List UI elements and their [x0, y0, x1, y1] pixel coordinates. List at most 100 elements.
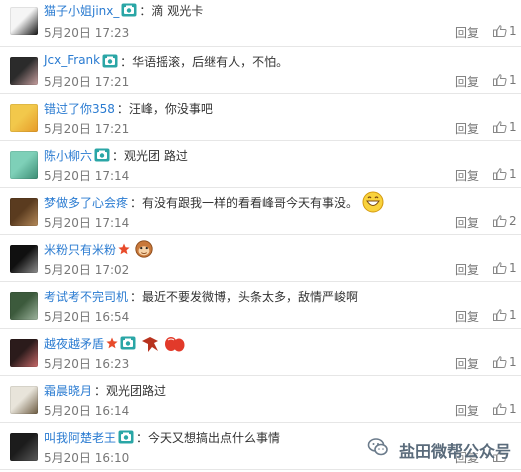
star-badge-icon: [106, 337, 118, 349]
comment-row: 米粉只有米粉 5月20日 17:02 回复 1: [0, 235, 521, 282]
like-button[interactable]: 1: [493, 308, 517, 322]
vip-badge-icon: [120, 336, 136, 350]
avatar[interactable]: [10, 245, 38, 273]
comment-timestamp: 5月20日 17:14: [44, 169, 130, 183]
comment-timestamp: 5月20日 17:21: [44, 122, 130, 136]
comment-separator: ：: [120, 55, 133, 69]
comment-separator: ：: [130, 290, 143, 304]
comment-row: 梦做多了心会疼 5月20日 17:14 回复 2 ：有没有跟我一样的看看峰哥今天有事没。: [0, 188, 521, 235]
comment-author-name[interactable]: 霜晨晓月: [44, 382, 92, 399]
like-button[interactable]: 1: [493, 355, 517, 369]
like-count: 1: [509, 261, 517, 275]
comment-timestamp: 5月20日 16:14: [44, 404, 130, 418]
like-count: 1: [509, 355, 517, 369]
comment-text: 有没有跟我一样的看看峰哥今天有事没。: [142, 196, 359, 210]
reply-button[interactable]: 回复: [455, 167, 479, 184]
thumbs-up-icon: [493, 74, 507, 86]
thumbs-up-icon: [493, 309, 507, 321]
reply-button[interactable]: 回复: [455, 73, 479, 90]
comment-author-name[interactable]: 错过了你358: [44, 100, 115, 117]
thumbs-up-icon: [493, 215, 507, 227]
avatar[interactable]: [10, 386, 38, 414]
comment-author-name[interactable]: 米粉只有米粉: [44, 241, 116, 258]
comment-author-name[interactable]: 叫我阿楚老王: [44, 429, 116, 446]
avatar[interactable]: [10, 7, 38, 35]
monkey-emoji-icon: [135, 240, 153, 258]
like-button[interactable]: 1: [493, 167, 517, 181]
comment-row: 霜晨晓月 5月20日 16:14 回复 1 ：观光团路过: [0, 376, 521, 423]
like-button[interactable]: 1: [493, 73, 517, 87]
vip-badge-icon: [102, 54, 118, 68]
reply-button[interactable]: 回复: [455, 214, 479, 231]
like-count: 1: [509, 308, 517, 322]
thumbs-up-icon: [493, 403, 507, 415]
reply-button[interactable]: 回复: [455, 120, 479, 137]
comment-timestamp: 5月20日 16:54: [44, 310, 130, 324]
reply-button[interactable]: 回复: [455, 402, 479, 419]
like-button[interactable]: 1: [493, 24, 517, 38]
comment-row: 错过了你358 5月20日 17:21 回复 1 ：汪峰，你没事吧: [0, 94, 521, 141]
comment-separator: ：: [116, 102, 129, 116]
comment-timestamp: 5月20日 17:14: [44, 216, 130, 230]
reply-button[interactable]: 回复: [455, 308, 479, 325]
comment-author-name[interactable]: 猫子小姐jinx_: [44, 2, 119, 19]
like-count: 1: [509, 402, 517, 416]
comment-separator: ：: [94, 384, 107, 398]
comment-author-name[interactable]: Jcx_Frank: [44, 53, 100, 67]
comment-timestamp: 5月20日 17:02: [44, 263, 130, 277]
ribbon-and-hands-emoji-icon: [142, 337, 185, 352]
reply-button[interactable]: 回复: [455, 24, 479, 41]
avatar[interactable]: [10, 198, 38, 226]
comment-author-name[interactable]: 梦做多了心会疼: [44, 194, 128, 211]
thumbs-up-icon: [493, 168, 507, 180]
like-button[interactable]: 1: [493, 261, 517, 275]
like-count: 1: [509, 73, 517, 87]
comment-text: 观光团路过: [106, 384, 167, 398]
reply-button[interactable]: 回复: [455, 261, 479, 278]
like-count: 1: [509, 120, 517, 134]
avatar[interactable]: [10, 339, 38, 367]
avatar[interactable]: [10, 151, 38, 179]
comment-feed: 猫子小姐jinx_ 5月20日 17:23 回复 1 ： 滴 观光卡 Jcx_Frank 5月…: [0, 0, 521, 472]
comment-text: 观光团 路过: [124, 149, 188, 163]
comment-row: 陈小柳六 5月20日 17:14 回复 1 ：观光团 路过: [0, 141, 521, 188]
vip-badge-icon: [94, 148, 110, 162]
comment-timestamp: 5月20日 17:23: [44, 26, 130, 40]
comment-text: 今天又想搞出点什么事情: [148, 431, 281, 445]
like-button[interactable]: 1: [493, 120, 517, 134]
comment-separator: ：: [130, 196, 143, 210]
comment-row: 猫子小姐jinx_ 5月20日 17:23 回复 1 ：滴 观光卡: [0, 0, 521, 47]
comment-timestamp: 5月20日 16:23: [44, 357, 130, 371]
reply-button[interactable]: 回复: [455, 355, 479, 372]
comment-text: 最近不要发微博，头条太多，敌情严峻啊: [142, 290, 359, 304]
avatar[interactable]: [10, 292, 38, 320]
vip-badge-icon: [121, 3, 137, 17]
wechat-icon: [367, 438, 388, 456]
comment-row: 考试考不完司机 5月20日 16:54 回复 1 ：最近不要发微博，头条太多，敌情严峻啊: [0, 282, 521, 329]
thumbs-up-icon: [493, 262, 507, 274]
comment-timestamp: 5月20日 16:10: [44, 451, 130, 465]
comment-author-name[interactable]: 越夜越矛盾: [44, 335, 104, 352]
like-count: 1: [509, 167, 517, 181]
like-count: 2: [509, 214, 517, 228]
comment-separator: ：: [136, 431, 149, 445]
comment-text: 滴 观光卡: [151, 4, 204, 18]
like-count: 1: [509, 24, 517, 38]
thumbs-up-icon: [493, 356, 507, 368]
comment-separator: ：: [112, 149, 125, 163]
comment-row: Jcx_Frank 5月20日 17:21 回复 1 ：华语摇滚，后继有人，不怕。: [0, 47, 521, 94]
comment-author-name[interactable]: 陈小柳六: [44, 147, 92, 164]
avatar[interactable]: [10, 104, 38, 132]
thumbs-up-icon: [493, 121, 507, 133]
avatar[interactable]: [10, 433, 38, 461]
thumbs-up-icon: [493, 25, 507, 37]
vip-badge-icon: [118, 430, 134, 444]
star-badge-icon: [118, 243, 130, 255]
comment-timestamp: 5月20日 17:21: [44, 75, 130, 89]
comment-text: 汪峰，你没事吧: [128, 102, 213, 116]
comment-author-name[interactable]: 考试考不完司机: [44, 288, 128, 305]
like-button[interactable]: 1: [493, 402, 517, 416]
avatar[interactable]: [10, 57, 38, 85]
like-button[interactable]: 2: [493, 214, 517, 228]
comment-row: 越夜越矛盾 5月20日 16:23 回复 1: [0, 329, 521, 376]
